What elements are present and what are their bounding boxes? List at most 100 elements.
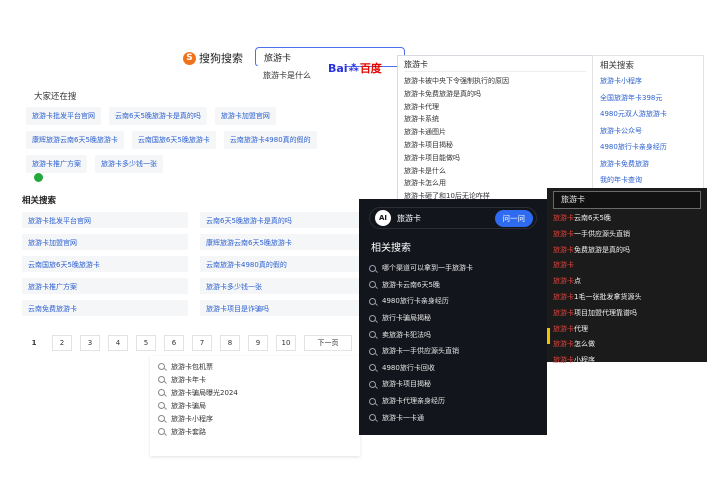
dark-suggest-rest: 怎么做 [574,340,595,349]
ai-related-item[interactable]: 旅行卡骗局揭秘 [369,310,537,327]
baidu-suggest-dropdown: 旅游卡 旅游卡被中央下令强制执行的原因 旅游卡免费旅游是真的吗 旅游卡代理 旅游… [397,55,593,205]
dark-suggest-item[interactable]: 旅游卡云南6天5晚 [553,213,701,229]
page-10[interactable]: 10 [276,335,296,351]
search-icon [369,364,376,372]
search-icon [369,347,376,355]
next-page-button[interactable]: 下一页 [304,335,352,351]
search-icon [158,376,165,383]
related-search-item[interactable]: 旅游卡多少钱一张 [200,278,366,294]
also-searched-chip[interactable]: 康辉旅游云南6天5晚旅游卡 [26,131,124,149]
ai-search-bar[interactable]: AI 旅游卡 问一问 [369,207,537,229]
related-search-right-item[interactable]: 全国旅游年卡398元 [600,93,696,110]
search-icon [158,415,165,422]
suggest-text: 旅游卡包机票 [171,362,213,371]
baidu-suggest-item[interactable]: 旅游卡系统 [404,114,586,127]
related-search-right-item[interactable]: 旅游卡公众号 [600,126,696,143]
baidu-suggest-item[interactable]: 旅游卡是什么 [404,166,586,179]
dark-suggest-item[interactable]: 旅游卡 [553,260,701,276]
dark-suggest-item[interactable]: 旅游卡1毛一张批发拿货源头 [553,292,701,308]
suggest-item[interactable]: 旅游卡小程序 [158,412,352,425]
related-search-right: 相关搜索 旅游卡小程序 全国旅游年卡398元 4980元双人游旅游卡 旅游卡公众… [592,55,704,190]
baidu-suggest-item[interactable]: 旅游卡项目揭秘 [404,140,586,153]
dark-search-input[interactable]: 旅游卡 [553,191,701,209]
ai-related-item[interactable]: 旅游卡代理亲身经历 [369,393,537,410]
page-4[interactable]: 4 [108,335,128,351]
ai-related-item[interactable]: 旅游卡一卡通 [369,409,537,426]
page-5[interactable]: 5 [136,335,156,351]
dark-suggest-rest: 云南6天5晚 [574,214,611,222]
page-8[interactable]: 8 [220,335,240,351]
related-search-item[interactable]: 云南6天5晚旅游卡是真的吗 [200,212,366,228]
dark-suggest-item[interactable]: 旅游卡一手供应源头直销 [553,229,701,245]
ai-related-item[interactable]: 卖旅游卡犯法吗 [369,326,537,343]
ai-related-text: 旅行卡骗局揭秘 [382,314,431,323]
dark-suggest-rest: 点 [574,277,581,286]
suggest-item[interactable]: 旅游卡骗局曝光2024 [158,386,352,399]
baidu-paw-icon: ⁂ [348,62,359,74]
ai-related-item[interactable]: 哪个渠道可以拿到一手旅游卡 [369,260,537,277]
page-2[interactable]: 2 [52,335,72,351]
baidu-suggest-item[interactable]: 旅游卡代理 [404,102,586,115]
baidu-suggest-item[interactable]: 旅游卡免费旅游是真的吗 [404,89,586,102]
also-searched-chip[interactable]: 云南国旅6天5晚旅游卡 [131,131,216,149]
dark-suggest-highlight: 旅游卡 [553,324,574,333]
also-searched-chip[interactable]: 云南旅游卡4980真的假的 [223,131,317,149]
related-search-item[interactable]: 旅游卡项目是诈骗吗 [200,300,366,316]
baidu-logo-bai: Bai [328,61,348,75]
related-search-item[interactable]: 旅游卡批发平台官网 [22,212,188,228]
related-search-right-item[interactable]: 旅游卡小程序 [600,76,696,93]
dark-suggest-rest: 项目加盟代理靠谱吗 [574,308,637,317]
related-search-right-item[interactable]: 4980元双人游旅游卡 [600,109,696,126]
search-icon [369,397,376,405]
page-1[interactable]: 1 [24,335,44,351]
sogou-logo[interactable]: S 搜狗搜索 [183,50,243,66]
dark-suggest-item[interactable]: 旅游卡项目加盟代理靠谱吗 [553,308,701,324]
related-search-item[interactable]: 云南国旅6天5晚旅游卡 [22,256,188,272]
ai-search-input[interactable]: 旅游卡 [397,213,495,224]
search-icon [158,363,165,370]
dark-suggest-item[interactable]: 旅游卡怎么做 [553,339,701,355]
dark-suggest-rest: 免费旅游是真的吗 [574,245,630,254]
baidu-suggest-item[interactable]: 旅游卡被中央下令强制执行的原因 [404,76,586,89]
related-search-right-item[interactable]: 4980旅行卡亲身经历 [600,142,696,159]
baidu-logo[interactable]: Bai ⁂ 百度 [328,60,382,76]
ai-related-item[interactable]: 4980旅行卡亲身经历 [369,293,537,310]
ai-related-text: 哪个渠道可以拿到一手旅游卡 [382,264,473,273]
page-9[interactable]: 9 [248,335,268,351]
dark-suggest-item[interactable]: 旅游卡免费旅游是真的吗 [553,245,701,261]
also-searched-chip[interactable]: 旅游卡批发平台官网 [26,107,101,125]
ai-related-item[interactable]: 旅游卡一手供应源头直销 [369,343,537,360]
also-searched-chip[interactable]: 旅游卡加盟官网 [214,107,276,125]
page-6[interactable]: 6 [164,335,184,351]
related-search-item[interactable]: 康辉旅游云南6天5晚旅游卡 [200,234,366,250]
ask-button[interactable]: 问一问 [494,209,533,227]
dark-suggest-rest: 1毛一张批发拿货源头 [574,292,642,301]
related-search-item[interactable]: 云南旅游卡4980真的假的 [200,256,366,272]
related-search-right-item[interactable]: 旅游卡免费旅游 [600,159,696,176]
suggest-item[interactable]: 旅游卡骗局 [158,399,352,412]
baidu-suggest-item[interactable]: 旅游卡通图片 [404,127,586,140]
suggest-item[interactable]: 旅游卡年卡 [158,373,352,386]
baidu-suggest-item[interactable]: 旅游卡项目能做吗 [404,153,586,166]
related-search-item[interactable]: 旅游卡加盟官网 [22,234,188,250]
dark-suggest-item[interactable]: 旅游卡点 [553,276,701,292]
dark-suggest-item[interactable]: 旅游卡代理 [553,324,701,340]
related-search-item[interactable]: 云南免费旅游卡 [22,300,188,316]
search-icon [369,281,376,289]
suggest-item[interactable]: 旅游卡包机票 [158,360,352,373]
ai-related-item[interactable]: 旅游卡项目揭秘 [369,376,537,393]
ai-related-item[interactable]: 旅游卡云南6天5晚 [369,277,537,294]
ai-related-text: 4980旅行卡回收 [382,363,435,372]
yellow-marker [547,328,550,344]
page-3[interactable]: 3 [80,335,100,351]
dark-suggest-highlight: 旅游卡 [553,277,574,286]
baidu-search-input[interactable]: 旅游卡 [404,58,586,72]
suggest-item[interactable]: 旅游卡套路 [158,425,352,438]
page-7[interactable]: 7 [192,335,212,351]
dark-suggest-item[interactable]: 旅游卡小程序 [553,355,701,371]
ai-related-item[interactable]: 4980旅行卡回收 [369,360,537,377]
also-searched-chip[interactable]: 旅游卡推广方案 [26,155,87,173]
also-searched-chip[interactable]: 云南6天5晚旅游卡是真的吗 [109,107,207,125]
related-search-item[interactable]: 旅游卡推广方案 [22,278,188,294]
also-searched-chip[interactable]: 旅游卡多少钱一张 [95,155,163,173]
